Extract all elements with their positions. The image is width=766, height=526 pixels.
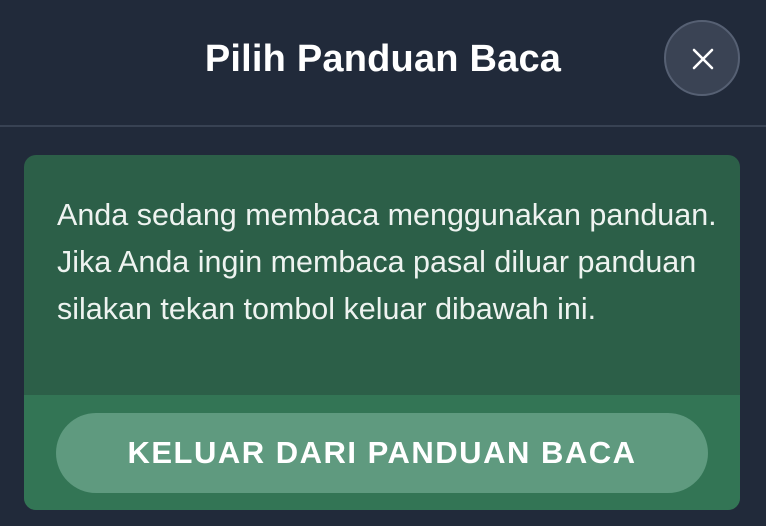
reading-guide-notice-card: Anda sedang membaca menggunakan panduan.…	[24, 155, 740, 510]
dialog-header: Pilih Panduan Baca	[0, 0, 766, 127]
notice-message: Anda sedang membaca menggunakan panduan.…	[57, 198, 717, 326]
dialog-title: Pilih Panduan Baca	[204, 38, 562, 80]
exit-reading-guide-button[interactable]: KELUAR DARI PANDUAN BACA	[56, 413, 708, 493]
notice-card-footer: KELUAR DARI PANDUAN BACA	[24, 395, 740, 510]
close-button[interactable]	[664, 20, 740, 96]
close-icon	[692, 48, 714, 70]
